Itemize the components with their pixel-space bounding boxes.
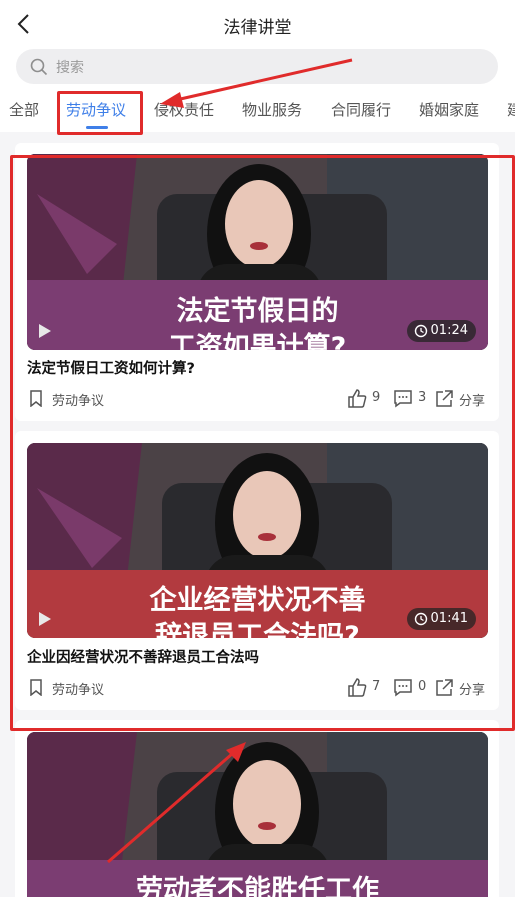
search-bar[interactable]: 搜索: [16, 49, 498, 84]
video-thumbnail[interactable]: 劳动者不能胜任工作: [27, 732, 488, 897]
highlight-box-list: [10, 155, 515, 731]
tab-marriage-family[interactable]: 婚姻家庭: [419, 99, 479, 120]
video-caption: 劳动者不能胜任工作: [27, 873, 488, 897]
search-placeholder: 搜索: [56, 60, 84, 76]
tab-more[interactable]: 建: [507, 99, 515, 120]
tab-property-service[interactable]: 物业服务: [242, 99, 302, 120]
caption-line-1: 劳动者不能胜任工作: [136, 875, 379, 897]
highlight-box-tab: [57, 91, 143, 135]
video-card[interactable]: 劳动者不能胜任工作: [15, 720, 499, 897]
page-title: 法律讲堂: [223, 18, 292, 38]
search-icon: [30, 58, 48, 76]
tab-tort-liability[interactable]: 侵权责任: [154, 99, 214, 120]
tab-all[interactable]: 全部: [9, 99, 39, 120]
tab-contract-performance[interactable]: 合同履行: [331, 99, 391, 120]
